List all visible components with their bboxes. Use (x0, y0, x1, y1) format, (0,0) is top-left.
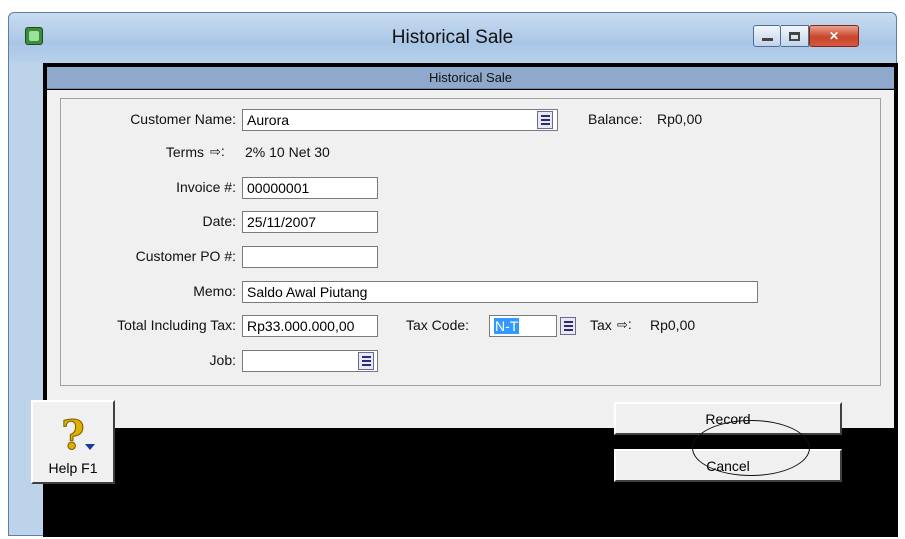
total-field[interactable]: Rp33.000.000,00 (242, 315, 378, 337)
customer-list-icon[interactable] (537, 111, 553, 129)
memo-field[interactable]: Saldo Awal Piutang (242, 281, 758, 303)
title-bar[interactable]: Historical Sale ✕ (9, 13, 896, 63)
form-header: Historical Sale (47, 67, 894, 89)
job-list-icon[interactable] (358, 352, 374, 370)
total-label: Total Including Tax: (117, 317, 236, 333)
memo-label: Memo: (193, 283, 236, 299)
help-button-label: Help F1 (48, 460, 98, 476)
minimize-icon (761, 37, 773, 41)
historical-sale-window: Historical Sale ✕ Historical Sale Custom… (8, 12, 898, 537)
customer-po-field[interactable] (242, 246, 378, 268)
date-field[interactable]: 25/11/2007 (242, 211, 378, 233)
total-value: Rp33.000.000,00 (247, 318, 355, 334)
tax-code-field[interactable]: N-T (489, 315, 557, 337)
invoice-field[interactable]: 00000001 (242, 177, 378, 199)
record-button[interactable]: Record (614, 402, 842, 435)
tax-code-value: N-T (494, 318, 520, 334)
customer-name-field[interactable]: Aurora (242, 109, 558, 131)
invoice-label: Invoice #: (176, 179, 236, 195)
arrow-right-icon: ⇨ (617, 317, 628, 332)
terms-value: 2% 10 Net 30 (245, 144, 330, 160)
arrow-right-icon: ⇨ (210, 144, 221, 159)
tax-code-label: Tax Code: (406, 317, 470, 333)
date-value: 25/11/2007 (247, 214, 317, 230)
date-label: Date: (202, 213, 236, 229)
cancel-button-label: Cancel (706, 457, 750, 474)
job-label: Job: (209, 352, 236, 368)
close-icon: ✕ (828, 29, 840, 43)
help-button[interactable]: ? Help F1 (31, 400, 115, 484)
tax-value: Rp0,00 (650, 317, 696, 333)
minimize-button[interactable] (753, 25, 781, 47)
terms-label: Terms (165, 144, 204, 160)
maximize-icon (789, 31, 800, 41)
close-button[interactable]: ✕ (809, 25, 859, 47)
maximize-button[interactable] (781, 25, 809, 47)
customer-po-label: Customer PO #: (135, 248, 236, 264)
customer-name-label: Customer Name: (130, 111, 236, 127)
cancel-button[interactable]: Cancel (614, 449, 842, 482)
tax-arrow-button[interactable]: ⇨: (617, 316, 632, 333)
invoice-value: 00000001 (247, 180, 310, 196)
customer-name-value: Aurora (247, 112, 290, 128)
terms-arrow-button[interactable]: ⇨: (210, 143, 225, 160)
tax-code-list-icon[interactable] (560, 317, 576, 335)
record-button-label: Record (705, 410, 751, 427)
balance-label: Balance: (588, 111, 643, 127)
tax-label: Tax (590, 317, 612, 333)
question-mark-icon: ? (61, 412, 96, 459)
memo-value: Saldo Awal Piutang (247, 284, 368, 300)
form-group-box: Customer Name: Aurora Balance: Rp0,00 Te… (60, 98, 881, 386)
form-panel: Customer Name: Aurora Balance: Rp0,00 Te… (47, 90, 894, 428)
balance-value: Rp0,00 (657, 111, 703, 127)
